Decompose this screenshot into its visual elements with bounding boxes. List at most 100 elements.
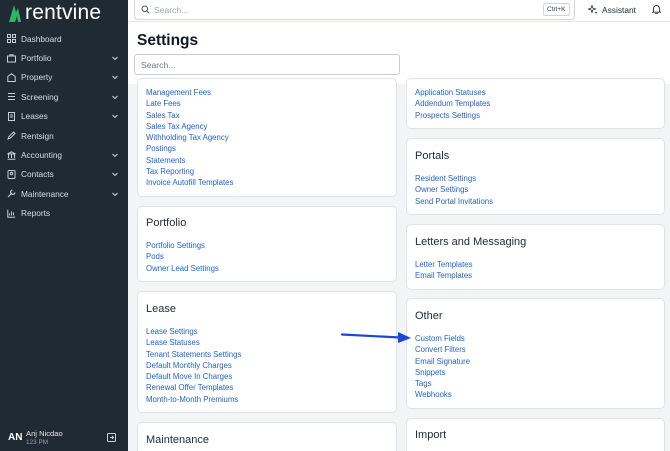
maintenance-icon: [7, 189, 16, 198]
link-convert-filters[interactable]: Convert Filters: [415, 344, 470, 355]
link-sales-tax[interactable]: Sales Tax: [146, 110, 233, 121]
bell-icon[interactable]: [652, 4, 661, 14]
card-title: Portals: [415, 150, 450, 162]
link-send-portal-invitations[interactable]: Send Portal Invitations: [415, 196, 493, 207]
link-custom-fields[interactable]: Custom Fields: [415, 333, 470, 344]
sidebar-item-label: Contacts: [21, 169, 54, 180]
link-owner-lead-settings[interactable]: Owner Lead Settings: [146, 263, 219, 274]
link-email-templates[interactable]: Email Templates: [415, 270, 473, 281]
assistant-label: Assistant: [602, 5, 636, 15]
sidebar-item-property[interactable]: Property: [0, 68, 128, 87]
rentsign-icon: [7, 131, 16, 141]
top-bar: Search... Ctrl+K Assistant: [128, 0, 670, 22]
link-resident-settings[interactable]: Resident Settings: [415, 173, 493, 184]
user-subtitle: 123 PM: [26, 438, 49, 446]
portfolio-icon: [7, 53, 16, 63]
sidebar-item-screening[interactable]: Screening: [0, 87, 128, 106]
sidebar-item-label: Rentsign: [21, 130, 54, 141]
settings-search-input[interactable]: [134, 54, 400, 75]
reports-icon: [7, 209, 16, 218]
card-title: Import: [415, 429, 447, 441]
brand-logo[interactable]: rentvine: [8, 2, 101, 24]
chevron-down-icon: [112, 173, 118, 177]
dashboard-icon: [7, 34, 16, 44]
sidebar-item-dashboard[interactable]: Dashboard: [0, 29, 128, 48]
sidebar-item-label: Property: [21, 72, 53, 83]
sidebar-item-portfolio[interactable]: Portfolio: [0, 48, 128, 67]
sidebar: rentvine Dashboard Portfolio Property Sc…: [0, 0, 128, 451]
rentvine-logo-icon: [9, 5, 21, 22]
search-icon: [141, 5, 150, 14]
link-default-move-in-charges[interactable]: Default Move In Charges: [146, 371, 241, 382]
global-search-placeholder: Search...: [154, 4, 189, 15]
card-title: Portfolio: [146, 217, 187, 229]
card-title: Lease: [146, 303, 176, 315]
link-renewal-offer-templates[interactable]: Renewal Offer Templates: [146, 382, 241, 393]
link-postings[interactable]: Postings: [146, 143, 233, 154]
sidebar-item-reports[interactable]: Reports: [0, 204, 128, 223]
link-withholding-tax-agency[interactable]: Withholding Tax Agency: [146, 132, 233, 143]
card-portfolio: Portfolio Portfolio Settings Pods Owner …: [137, 206, 397, 282]
card-portals: Portals Resident Settings Owner Settings…: [406, 138, 665, 215]
link-addendum-templates[interactable]: Addendum Templates: [415, 98, 490, 109]
contacts-icon: [7, 169, 16, 179]
link-application-statuses[interactable]: Application Statuses: [415, 87, 490, 98]
avatar: AN: [8, 431, 23, 443]
assistant-button[interactable]: Assistant: [588, 3, 636, 17]
card-maintenance: Maintenance: [137, 422, 397, 451]
card-title: Maintenance: [146, 434, 209, 446]
card-letters-and-messaging: Letters and Messaging Letter Templates E…: [406, 224, 665, 290]
link-snippets[interactable]: Snippets: [415, 367, 470, 378]
user-name: Anj Nicdao: [26, 428, 63, 438]
link-default-monthly-charges[interactable]: Default Monthly Charges: [146, 360, 241, 371]
link-pods[interactable]: Pods: [146, 251, 219, 262]
link-email-signature[interactable]: Email Signature: [415, 356, 470, 367]
lease-links: Lease Settings Lease Statuses Tenant Sta…: [146, 326, 241, 405]
sidebar-item-accounting[interactable]: Accounting: [0, 145, 128, 164]
link-month-to-month-premiums[interactable]: Month-to-Month Premiums: [146, 394, 241, 405]
sidebar-item-label: Dashboard: [21, 33, 62, 44]
annotation-arrow-icon: [340, 332, 411, 343]
portfolio-links: Portfolio Settings Pods Owner Lead Setti…: [146, 240, 219, 274]
link-letter-templates[interactable]: Letter Templates: [415, 259, 473, 270]
global-search-input[interactable]: Search...: [134, 0, 575, 20]
link-statements[interactable]: Statements: [146, 155, 233, 166]
search-shortcut-badge: Ctrl+K: [543, 3, 570, 16]
link-lease-statuses[interactable]: Lease Statuses: [146, 337, 241, 348]
link-late-fees[interactable]: Late Fees: [146, 98, 233, 109]
other-links: Custom Fields Convert Filters Email Sign…: [415, 333, 470, 401]
sidebar-item-contacts[interactable]: Contacts: [0, 165, 128, 184]
sidebar-item-rentsign[interactable]: Rentsign: [0, 126, 128, 145]
page-title: Settings: [137, 32, 199, 49]
sidebar-item-leases[interactable]: Leases: [0, 107, 128, 126]
chevron-down-icon: [112, 114, 118, 119]
card-lease: Lease Lease Settings Lease Statuses Tena…: [137, 291, 397, 413]
property-icon: [7, 73, 16, 82]
link-invoice-autofill-templates[interactable]: Invoice Autofill Templates: [146, 177, 233, 188]
accounting-links: Management Fees Late Fees Sales Tax Sale…: [146, 87, 233, 189]
link-tags[interactable]: Tags: [415, 378, 470, 389]
logout-icon[interactable]: [107, 432, 116, 442]
portals-links: Resident Settings Owner Settings Send Po…: [415, 173, 493, 207]
sidebar-item-label: Accounting: [21, 150, 63, 161]
link-management-fees[interactable]: Management Fees: [146, 87, 233, 98]
user-profile[interactable]: AN Anj Nicdao 123 PM: [0, 423, 128, 451]
link-tenant-statements-settings[interactable]: Tenant Statements Settings: [146, 349, 241, 360]
brand-name: rentvine: [25, 1, 102, 24]
card-accounting: Management Fees Late Fees Sales Tax Sale…: [137, 78, 397, 197]
chevron-down-icon: [112, 192, 118, 197]
link-webhooks[interactable]: Webhooks: [415, 389, 470, 400]
user-info: Anj Nicdao 123 PM: [26, 429, 107, 446]
sidebar-item-label: Screening: [21, 91, 59, 102]
card-other: Other Custom Fields Convert Filters Emai…: [406, 298, 665, 409]
sidebar-item-label: Reports: [21, 208, 51, 219]
chevron-down-icon: [112, 153, 118, 158]
sidebar-item-maintenance[interactable]: Maintenance: [0, 184, 128, 203]
card-screening: Application Statuses Addendum Templates …: [406, 78, 665, 129]
link-lease-settings[interactable]: Lease Settings: [146, 326, 241, 337]
link-portfolio-settings[interactable]: Portfolio Settings: [146, 240, 219, 251]
link-owner-settings[interactable]: Owner Settings: [415, 184, 493, 195]
link-sales-tax-agency[interactable]: Sales Tax Agency: [146, 121, 233, 132]
link-tax-reporting[interactable]: Tax Reporting: [146, 166, 233, 177]
link-prospects-settings[interactable]: Prospects Settings: [415, 110, 490, 121]
